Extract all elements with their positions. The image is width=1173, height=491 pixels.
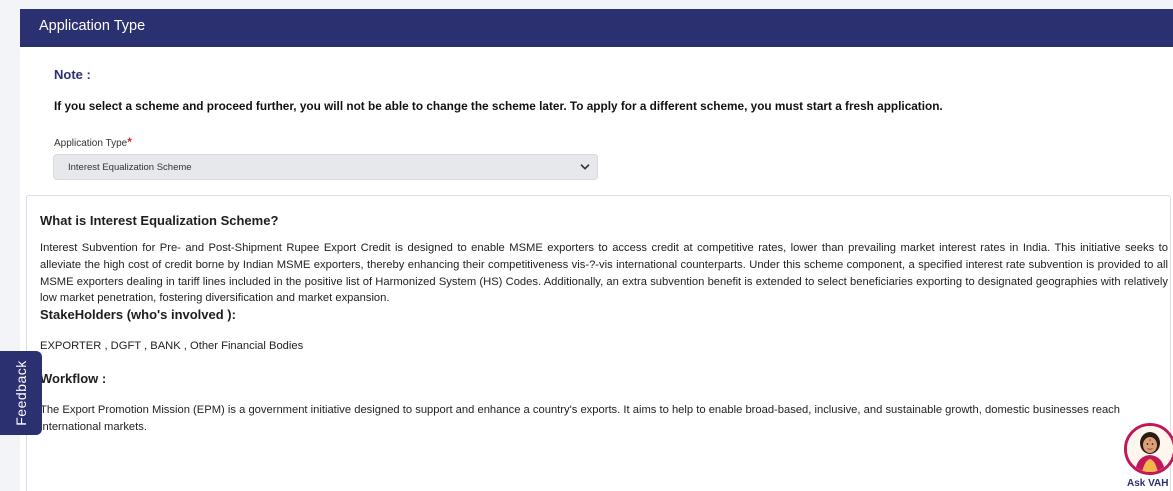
- note-label: Note :: [54, 67, 91, 82]
- section-title: Application Type: [39, 18, 146, 34]
- assistant-avatar: [1124, 423, 1173, 475]
- required-marker: *: [127, 135, 132, 149]
- what-is-text: Interest Subvention for Pre- and Post-Sh…: [40, 242, 1168, 305]
- application-type-selected-value: Interest Equalization Scheme: [68, 162, 192, 173]
- assistant-avatar-icon: [1127, 426, 1173, 472]
- application-type-label: Application Type*: [54, 135, 132, 149]
- ask-vah-label: Ask VAH: [1127, 478, 1169, 489]
- what-is-heading: What is Interest Equalization Scheme?: [40, 213, 279, 228]
- stakeholders-text: EXPORTER , DGFT , BANK , Other Financial…: [40, 340, 304, 352]
- workflow-heading: Workflow :: [40, 371, 107, 386]
- workflow-text: The Export Promotion Mission (EPM) is a …: [40, 404, 1120, 433]
- scheme-info-panel: What is Interest Equalization Scheme? In…: [26, 195, 1171, 491]
- application-type-select[interactable]: Interest Equalization Scheme: [53, 154, 598, 180]
- ask-vah-button[interactable]: Ask VAH: [1124, 423, 1173, 491]
- form-content: Note : If you select a scheme and procee…: [20, 47, 1173, 491]
- feedback-label: Feedback: [13, 360, 29, 426]
- stakeholders-heading: StakeHolders (who's involved ):: [40, 307, 236, 322]
- section-header: Application Type: [20, 9, 1173, 47]
- feedback-button[interactable]: Feedback: [0, 351, 42, 435]
- application-type-page: Application Type Note : If you select a …: [0, 0, 1173, 491]
- chevron-down-icon: [580, 164, 590, 170]
- application-type-label-text: Application Type: [54, 138, 128, 149]
- note-text: If you select a scheme and proceed furth…: [54, 99, 943, 113]
